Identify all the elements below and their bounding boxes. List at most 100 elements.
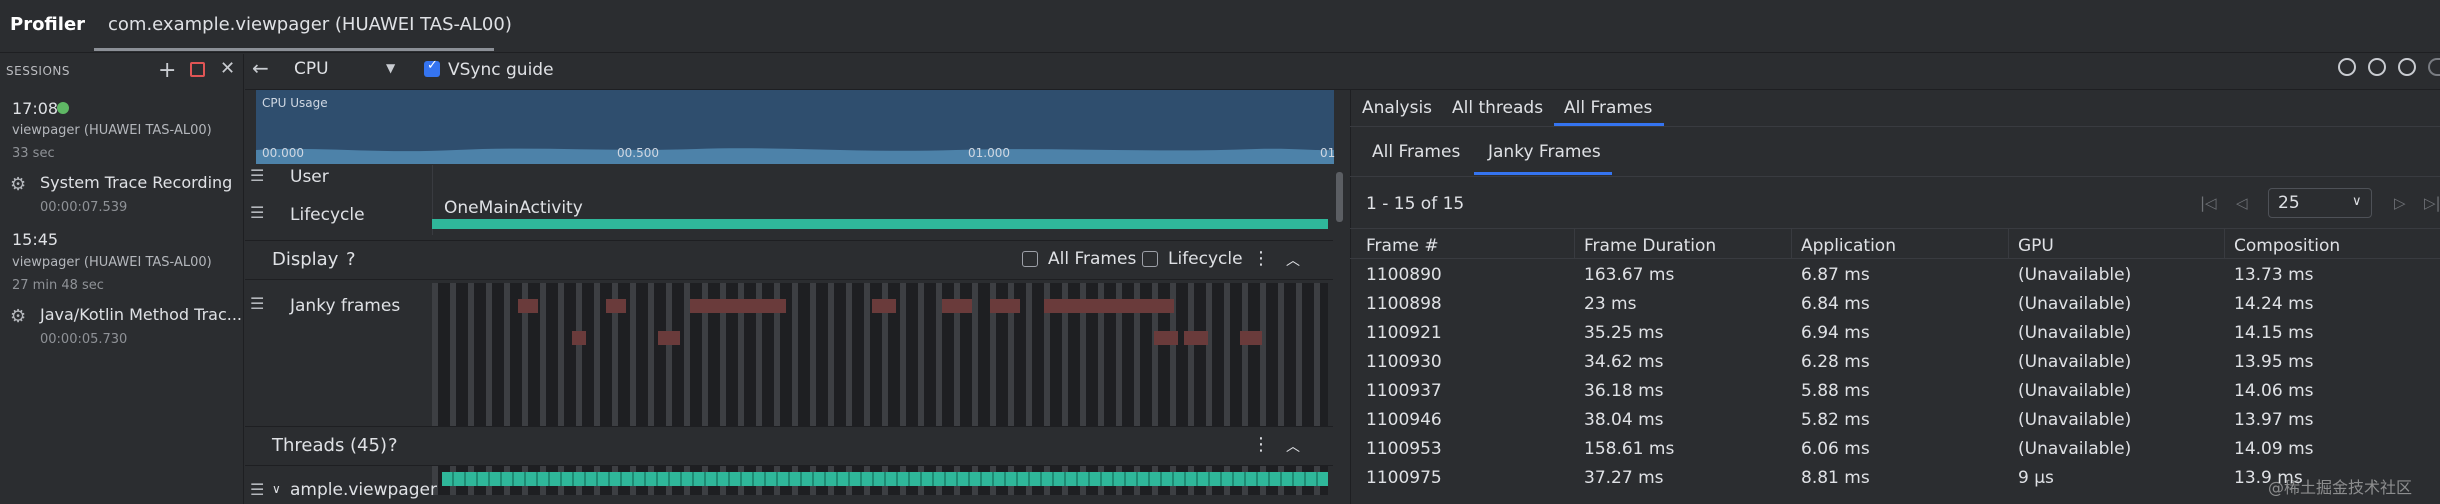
lifecycle-track-label: Lifecycle	[290, 205, 365, 225]
cpu-select[interactable]: CPU	[294, 59, 329, 79]
close-sidebar-icon[interactable]: ✕	[220, 58, 235, 79]
time-tick: 00.000	[262, 146, 304, 160]
session-device: viewpager (HUAWEI TAS-AL00)	[12, 255, 212, 270]
session-time[interactable]: 17:08	[12, 99, 58, 118]
cell-duration: 158.61 ms	[1584, 439, 1675, 459]
all-frames-checkbox[interactable]	[1022, 251, 1038, 267]
first-page-icon[interactable]: |◁	[2200, 194, 2217, 212]
zoom-out-icon[interactable]	[2338, 58, 2356, 76]
watermark: @稀土掘金技术社区	[2268, 478, 2413, 497]
stop-icon[interactable]	[190, 62, 205, 77]
collapse-icon[interactable]: ︿	[1286, 436, 1300, 456]
table-row[interactable]: 1100898 23 ms 6.84 ms (Unavailable) 14.2…	[1350, 291, 2440, 320]
cell-gpu: (Unavailable)	[2018, 265, 2132, 285]
collapse-icon[interactable]: ︿	[1286, 250, 1300, 270]
recording-label[interactable]: Java/Kotlin Method Trac...	[40, 305, 242, 324]
more-options-icon[interactable]: ⋮	[1252, 434, 1270, 455]
chevron-down-icon[interactable]: ∨	[272, 482, 281, 496]
recording-label[interactable]: System Trace Recording	[40, 173, 232, 192]
session-time[interactable]: 15:45	[12, 230, 58, 249]
gear-icon: ⚙	[10, 306, 27, 327]
sessions-header: SESSIONS	[6, 64, 71, 78]
session-tab[interactable]: com.example.viewpager (HUAWEI TAS-AL00)	[108, 14, 512, 35]
cell-gpu: (Unavailable)	[2018, 439, 2132, 459]
prev-page-icon[interactable]: ◁	[2236, 194, 2248, 212]
drag-handle-icon[interactable]: ☰	[250, 166, 264, 185]
tab-all-frames[interactable]: All Frames	[1564, 98, 1652, 118]
cell-frame: 1100930	[1366, 352, 1442, 372]
table-row[interactable]: 1100921 35.25 ms 6.94 ms (Unavailable) 1…	[1350, 320, 2440, 349]
table-row[interactable]: 1100953 158.61 ms 6.06 ms (Unavailable) …	[1350, 436, 2440, 465]
cell-duration: 38.04 ms	[1584, 410, 1664, 430]
col-application[interactable]: Application	[1801, 236, 1896, 256]
page-size-value: 25	[2278, 193, 2300, 213]
activity-label: OneMainActivity	[444, 198, 583, 218]
cell-gpu: (Unavailable)	[2018, 323, 2132, 343]
cell-frame: 1100921	[1366, 323, 1442, 343]
janky-frames-label: Janky frames	[290, 296, 401, 316]
drag-handle-icon[interactable]: ☰	[250, 294, 264, 313]
activity-bar[interactable]	[432, 219, 1328, 229]
more-options-icon[interactable]: ⋮	[1252, 248, 1270, 269]
cell-application: 6.06 ms	[1801, 439, 1870, 459]
table-row[interactable]: 1100937 36.18 ms 5.88 ms (Unavailable) 1…	[1350, 378, 2440, 407]
help-icon[interactable]: ?	[388, 435, 398, 456]
cell-gpu: (Unavailable)	[2018, 410, 2132, 430]
cpu-usage-chart[interactable]	[256, 90, 1334, 164]
col-frame-duration[interactable]: Frame Duration	[1584, 236, 1716, 256]
threads-title: Threads (45)	[272, 435, 387, 456]
col-frame-number[interactable]: Frame #	[1366, 236, 1439, 256]
cell-duration: 34.62 ms	[1584, 352, 1664, 372]
cell-duration: 23 ms	[1584, 294, 1637, 314]
col-divider	[1574, 228, 1575, 258]
tab-analysis[interactable]: Analysis	[1362, 98, 1432, 118]
display-title: Display	[272, 249, 339, 270]
time-tick: 01.000	[968, 146, 1010, 160]
session-tab-underline	[94, 48, 494, 51]
session-device: viewpager (HUAWEI TAS-AL00)	[12, 123, 212, 138]
cell-gpu: (Unavailable)	[2018, 381, 2132, 401]
cell-composition: 14.09 ms	[2234, 439, 2314, 459]
divider	[1350, 126, 2440, 127]
reset-zoom-icon[interactable]	[2398, 58, 2416, 76]
active-subtab-underline	[1474, 172, 1612, 175]
table-row[interactable]: 1100946 38.04 ms 5.82 ms (Unavailable) 1…	[1350, 407, 2440, 436]
col-gpu[interactable]: GPU	[2018, 236, 2054, 256]
threads-section-header	[245, 426, 1333, 466]
live-icon[interactable]	[2428, 58, 2440, 76]
drag-handle-icon[interactable]: ☰	[250, 203, 264, 222]
help-icon[interactable]: ?	[346, 249, 356, 270]
cell-duration: 36.18 ms	[1584, 381, 1664, 401]
next-page-icon[interactable]: ▷	[2394, 194, 2406, 212]
lifecycle-checkbox[interactable]	[1142, 251, 1158, 267]
subtab-all-frames[interactable]: All Frames	[1372, 142, 1460, 162]
cell-application: 6.28 ms	[1801, 352, 1870, 372]
cell-composition: 14.15 ms	[2234, 323, 2314, 343]
subtab-janky-frames[interactable]: Janky Frames	[1488, 142, 1601, 162]
cell-composition: 13.95 ms	[2234, 352, 2314, 372]
divider	[1350, 176, 2440, 177]
cpu-usage-label: CPU Usage	[262, 96, 328, 110]
chevron-down-icon[interactable]: ∨	[2352, 194, 2362, 209]
cell-application: 5.82 ms	[1801, 410, 1870, 430]
scrollbar[interactable]	[1336, 172, 1343, 222]
app-title: Profiler	[10, 14, 86, 35]
drag-handle-icon[interactable]: ☰	[250, 480, 264, 499]
cell-gpu: (Unavailable)	[2018, 294, 2132, 314]
table-row[interactable]: 1100930 34.62 ms 6.28 ms (Unavailable) 1…	[1350, 349, 2440, 378]
add-session-icon[interactable]: +	[158, 58, 176, 83]
col-composition[interactable]: Composition	[2234, 236, 2340, 256]
chevron-down-icon[interactable]: ▼	[386, 61, 395, 75]
last-page-icon[interactable]: ▷|	[2424, 194, 2440, 212]
frames-table-body: 1100890 163.67 ms 6.87 ms (Unavailable) …	[1350, 262, 2440, 494]
table-row[interactable]: 1100890 163.67 ms 6.87 ms (Unavailable) …	[1350, 262, 2440, 291]
zoom-in-icon[interactable]	[2368, 58, 2386, 76]
col-divider	[1791, 228, 1792, 258]
back-arrow-icon[interactable]: ←	[252, 56, 269, 80]
tab-all-threads[interactable]: All threads	[1452, 98, 1543, 118]
cell-application: 8.81 ms	[1801, 468, 1870, 488]
cell-gpu: 9 µs	[2018, 468, 2054, 488]
cell-gpu: (Unavailable)	[2018, 352, 2132, 372]
thread-activity-bar[interactable]	[442, 472, 1328, 486]
cell-composition: 13.73 ms	[2234, 265, 2314, 285]
